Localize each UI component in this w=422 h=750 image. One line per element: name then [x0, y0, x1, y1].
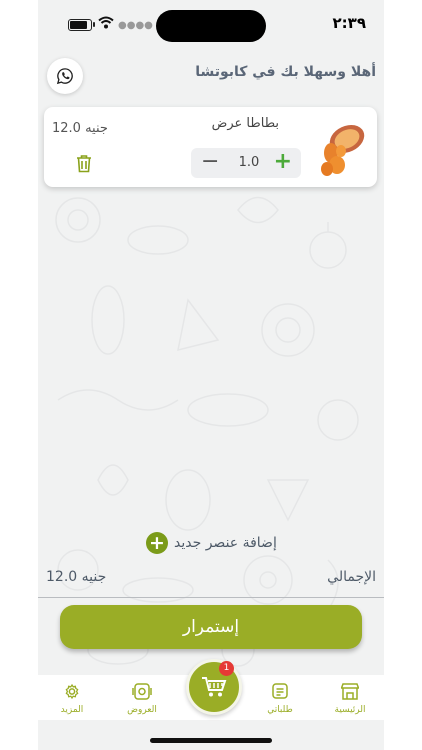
nav-more-label: المزيد [60, 705, 84, 715]
decrease-quantity-button[interactable]: − [201, 148, 219, 176]
whatsapp-icon [56, 68, 73, 85]
wifi-icon [98, 16, 114, 29]
status-time: ٢:٣٩ [332, 14, 366, 32]
orders-icon [272, 683, 288, 699]
app-screen: ●●●● ٢:٣٩ أهلا وسهلا بك في كابوتشا بطاطا… [38, 0, 384, 750]
sweet-potato-image [321, 124, 365, 176]
dynamic-island [156, 10, 266, 42]
total-value: 12.0 جنيه [46, 569, 107, 585]
store-icon [340, 683, 360, 700]
welcome-title: أهلا وسهلا بك في كابوتشا [195, 64, 376, 80]
product-name: بطاطا عرض [211, 116, 279, 131]
nav-orders[interactable]: طلباتي [250, 683, 310, 715]
nav-orders-label: طلباتي [267, 705, 293, 715]
home-indicator [150, 738, 272, 743]
battery-cap [93, 22, 95, 27]
quantity-value: 1.0 [238, 155, 260, 170]
nav-more[interactable]: المزيد [42, 683, 102, 715]
add-new-item-label: إضافة عنصر جديد [174, 535, 277, 551]
signal-icon: ●●●● [118, 20, 153, 31]
add-new-item-button[interactable]: إضافة عنصر جديد + [146, 531, 277, 555]
cart-button[interactable]: 1 [186, 659, 242, 715]
offers-icon [132, 683, 152, 700]
cart-count-badge: 1 [219, 661, 234, 676]
gear-icon [65, 683, 79, 700]
battery-icon [68, 19, 92, 31]
trash-icon[interactable] [76, 154, 92, 173]
nav-offers-label: العروض [127, 705, 157, 715]
nav-home-label: الرئيسية [334, 705, 366, 715]
total-label: الإجمالي [327, 569, 376, 585]
nav-offers[interactable]: العروض [112, 683, 172, 715]
cart-icon [202, 677, 227, 697]
divider [38, 597, 384, 598]
add-plus-icon: + [146, 532, 168, 554]
status-bar: ●●●● ٢:٣٩ [38, 0, 384, 50]
continue-button[interactable]: إستمرار [60, 605, 362, 649]
product-price: 12.0 جنيه [52, 121, 108, 136]
cart-item-card: بطاطا عرض 12.0 جنيه − 1.0 + [44, 107, 377, 187]
quantity-stepper: − 1.0 + [191, 148, 301, 178]
increase-quantity-button[interactable]: + [274, 148, 292, 176]
nav-home[interactable]: الرئيسية [320, 683, 380, 715]
whatsapp-button[interactable] [47, 58, 83, 94]
